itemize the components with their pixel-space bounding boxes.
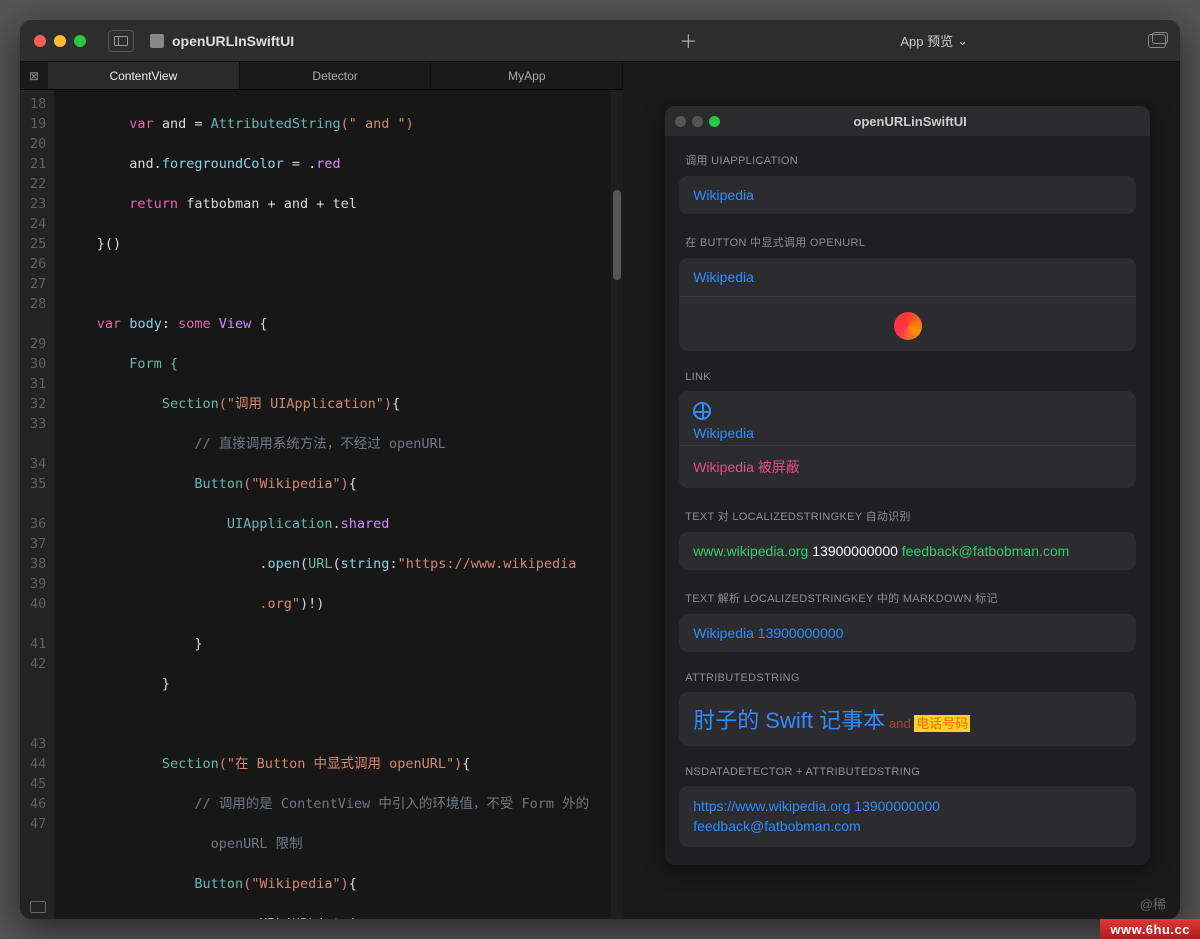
preview-pane: openURLinSwiftUI 调用 UIAPPLICATION Wikipe… [623,62,1180,919]
site-watermark: www.6hu.cc [1100,919,1200,939]
tab-label: ContentView [109,69,177,83]
preview-mode-select[interactable]: App 预览 ⌄ [900,31,968,50]
globe-icon [693,402,711,420]
sidebar-toggle-icon[interactable] [108,30,134,52]
section-card: Wikipedia 13900000000 [679,614,1136,652]
section-card: https://www.wikipedia.org 13900000000 fe… [679,786,1136,847]
detected-mail[interactable]: feedback@fatbobman.com [693,818,861,834]
editor-pane: ⊠ ContentView Detector MyApp 181920 2122… [20,62,623,919]
project-title-group: openURLInSwiftUI [150,33,294,49]
add-tab-button[interactable]: ＋ [676,29,700,53]
project-title: openURLInSwiftUI [172,33,294,49]
app-preview-window: openURLinSwiftUI 调用 UIAPPLICATION Wikipe… [665,106,1150,865]
section-label: TEXT 对 LOCALIZEDSTRINGKEY 自动识别 [685,508,1136,524]
bottom-panel-toggle-icon[interactable] [30,901,46,913]
detected-url[interactable]: https://www.wikipedia.org [693,798,850,814]
chevron-down-icon: ⌄ [957,33,968,49]
preview-zoom-icon[interactable] [709,116,720,127]
section-card: 肘子的 Swift 记事本 and 电话号码 [679,692,1136,746]
phone-text: 13900000000 [808,543,901,559]
tab-myapp[interactable]: MyApp [431,62,623,89]
gradient-circle-icon [894,312,922,340]
section-card: Wikipedia [679,176,1136,214]
markdown-phone[interactable]: 13900000000 [754,625,844,641]
section-card: Wikipedia Wikipedia 被屏蔽 [679,391,1136,488]
wikipedia-button[interactable]: Wikipedia [679,258,1136,297]
blocked-link[interactable]: Wikipedia 被屏蔽 [679,446,1136,488]
close-tab-button[interactable]: ⊠ [20,62,48,89]
section-label: 调用 UIAPPLICATION [685,152,1136,168]
attributed-and-text: and [889,716,914,731]
section-card: www.wikipedia.org 13900000000 feedback@f… [679,532,1136,570]
auto-detect-text: www.wikipedia.org 13900000000 feedback@f… [679,532,1136,570]
section-label: ATTRIBUTEDSTRING [685,672,1136,684]
preview-body: 调用 UIAPPLICATION Wikipedia 在 BUTTON 中显式调… [665,136,1150,865]
watermark-text: @稀 [1140,894,1166,913]
attributed-tel-highlight[interactable]: 电话号码 [914,715,970,732]
project-folder-icon [150,34,164,48]
code-body[interactable]: var and = AttributedString(" and ") and.… [54,90,623,919]
scrollbar-thumb[interactable] [613,190,621,280]
gradient-circle-button[interactable] [679,297,1136,351]
globe-link[interactable]: Wikipedia [679,391,1136,446]
preview-mode-label: App 预览 [900,31,953,50]
wikipedia-button[interactable]: Wikipedia [679,176,1136,214]
code-editor[interactable]: 181920 212223 242526 2728 293031 3233 34… [20,90,623,919]
traffic-lights [34,35,86,47]
section-label: NSDATADETECTOR + ATTRIBUTEDSTRING [685,766,1136,778]
markdown-link[interactable]: Wikipedia [693,625,754,641]
zoom-window-button[interactable] [74,35,86,47]
section-label: TEXT 解析 LOCALIZEDSTRINGKEY 中的 MARKDOWN 标… [685,590,1136,606]
tab-detector[interactable]: Detector [240,62,432,89]
preview-titlebar: openURLinSwiftUI [665,106,1150,136]
attributed-string-row: 肘子的 Swift 记事本 and 电话号码 [679,692,1136,746]
detected-url[interactable]: www.wikipedia.org [693,543,808,559]
line-gutter: 181920 212223 242526 2728 293031 3233 34… [20,90,54,919]
tab-label: MyApp [508,69,545,83]
tab-contentview[interactable]: ContentView [48,62,240,89]
main-content: ⊠ ContentView Detector MyApp 181920 2122… [20,62,1180,919]
detected-phone[interactable]: 13900000000 [850,798,940,814]
close-window-button[interactable] [34,35,46,47]
attributed-main-text[interactable]: 肘子的 Swift 记事本 [693,708,885,733]
section-label: LINK [685,371,1136,383]
section-label: 在 BUTTON 中显式调用 OPENURL [685,234,1136,250]
preview-close-icon[interactable] [675,116,686,127]
preview-minimize-icon[interactable] [692,116,703,127]
xcode-window: openURLInSwiftUI ＋ App 预览 ⌄ ⊠ ContentVie… [20,20,1180,919]
tab-label: Detector [312,69,357,83]
canvas-layers-icon[interactable] [1148,34,1166,48]
tab-bar: ⊠ ContentView Detector MyApp [20,62,623,90]
preview-title: openURLinSwiftUI [726,114,1094,129]
markdown-text-row: Wikipedia 13900000000 [679,614,1136,652]
detector-row: https://www.wikipedia.org 13900000000 fe… [679,786,1136,847]
link-label: Wikipedia [693,425,754,441]
detected-mail[interactable]: feedback@fatbobman.com [902,543,1070,559]
section-card: Wikipedia [679,258,1136,351]
minimize-window-button[interactable] [54,35,66,47]
toolbar: openURLInSwiftUI ＋ App 预览 ⌄ [20,20,1180,62]
